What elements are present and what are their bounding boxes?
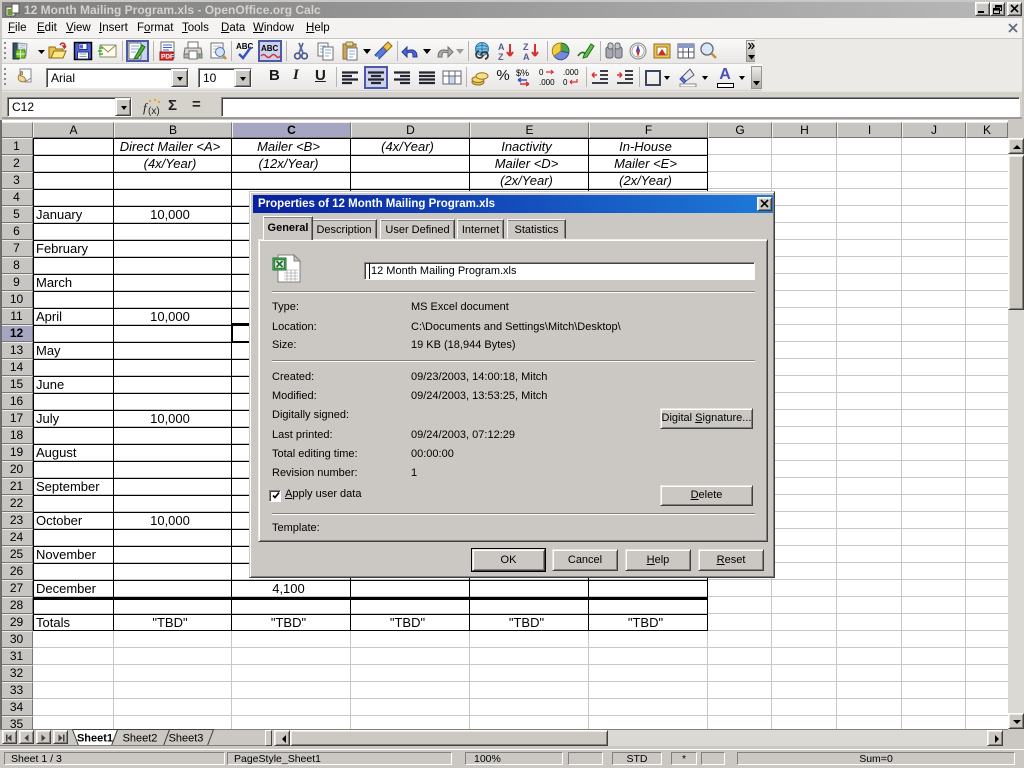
svg-text:A: A xyxy=(498,42,505,52)
svg-text:A: A xyxy=(523,52,530,61)
svg-text:Z: Z xyxy=(523,42,529,52)
svg-text:ABC: ABC xyxy=(261,44,279,53)
svg-text:.000: .000 xyxy=(563,68,579,77)
svg-text:Z: Z xyxy=(498,52,504,61)
svg-text:Sheet3: Sheet3 xyxy=(169,733,204,745)
svg-text:ABC: ABC xyxy=(236,42,254,51)
svg-text:(x): (x) xyxy=(148,106,160,116)
svg-text:PDF: PDF xyxy=(161,54,174,61)
svg-text:Sheet1: Sheet1 xyxy=(77,733,113,745)
svg-text:0: 0 xyxy=(539,68,544,77)
svg-text:0: 0 xyxy=(563,78,568,87)
svg-text:Sheet2: Sheet2 xyxy=(123,733,158,745)
svg-text:.000: .000 xyxy=(539,78,555,87)
svg-text:$%: $% xyxy=(516,68,529,78)
